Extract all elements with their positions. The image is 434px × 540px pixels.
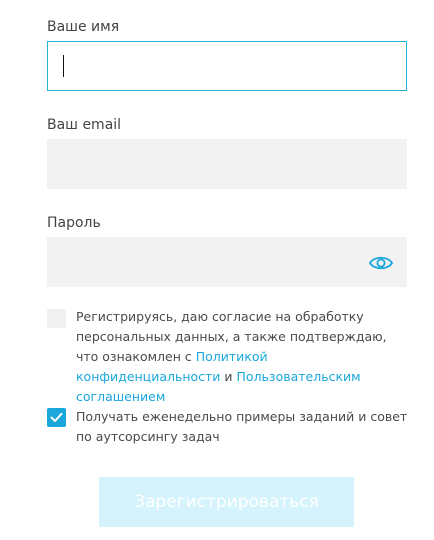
consent-and: и xyxy=(220,369,237,384)
registration-form: Ваше имя Ваш email Пароль Регистрируясь,… xyxy=(0,0,434,540)
email-input[interactable] xyxy=(47,139,407,189)
eye-icon[interactable] xyxy=(368,252,394,274)
name-input[interactable] xyxy=(47,41,407,91)
text-caret xyxy=(63,55,64,77)
consent-checkbox[interactable] xyxy=(47,309,66,328)
consent-text: Регистрируясь, даю согласие на обработку… xyxy=(76,307,408,407)
email-label: Ваш email xyxy=(47,117,122,133)
password-input[interactable] xyxy=(47,237,407,287)
checkmark-icon xyxy=(50,412,63,422)
newsletter-text: Получать еженедельно примеры заданий и с… xyxy=(76,409,408,444)
password-label: Пароль xyxy=(47,215,101,231)
name-label: Ваше имя xyxy=(47,19,120,35)
newsletter-checkbox[interactable] xyxy=(47,408,66,427)
register-button[interactable]: Зарегистрироваться xyxy=(99,477,354,527)
